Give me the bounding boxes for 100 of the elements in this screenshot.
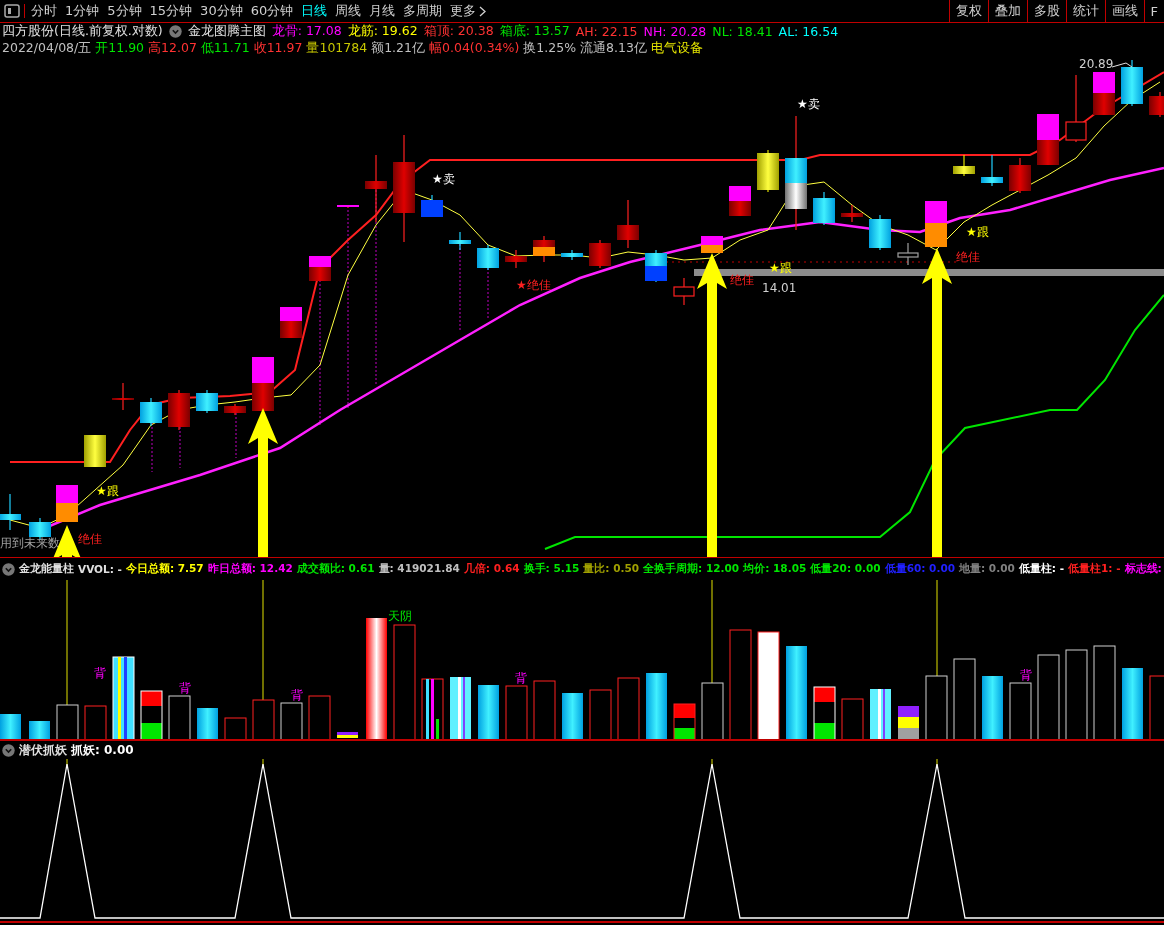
volume-bar bbox=[1149, 675, 1164, 740]
chart-label: 绝佳 bbox=[78, 531, 102, 546]
volume-bar bbox=[280, 702, 303, 740]
quote-date: 2022/04/08/五 bbox=[2, 40, 92, 57]
indicator-value: 标志线: bbox=[1124, 562, 1162, 576]
toolbar-button[interactable]: F bbox=[1143, 0, 1164, 22]
volume-bar bbox=[533, 680, 556, 740]
volume-bar bbox=[56, 704, 79, 740]
period-tab[interactable]: 周线 bbox=[331, 0, 366, 22]
guide-line bbox=[235, 412, 237, 459]
volume-bar bbox=[562, 693, 583, 740]
period-tab[interactable]: 日线 bbox=[297, 0, 332, 22]
volume-bar bbox=[617, 677, 640, 740]
indicator-value: 箱底: 13.57 bbox=[499, 23, 570, 40]
volume-bar bbox=[308, 695, 331, 740]
dropdown-icon[interactable] bbox=[168, 25, 182, 38]
candlestick bbox=[449, 231, 471, 251]
volume-bar bbox=[1009, 682, 1032, 740]
indicator-value: 低量柱: - bbox=[1018, 562, 1064, 576]
indicator-value: NH: 20.28 bbox=[643, 24, 707, 39]
period-tab[interactable]: 分时 bbox=[27, 0, 61, 22]
period-tab[interactable]: 月线 bbox=[365, 0, 400, 22]
candlestick bbox=[1037, 113, 1059, 166]
indicator-value: 低量60: 0.00 bbox=[884, 562, 955, 576]
indicator-value: 龙筋: 19.62 bbox=[347, 23, 418, 40]
volume-bar bbox=[646, 673, 667, 740]
candlestick bbox=[0, 493, 21, 531]
candlestick bbox=[224, 403, 246, 416]
chart-label: 背 bbox=[291, 687, 303, 702]
candlestick bbox=[645, 249, 667, 283]
toolbar-button[interactable]: 画线 bbox=[1104, 0, 1144, 22]
candlestick bbox=[953, 154, 975, 177]
indicator-value: NL: 18.41 bbox=[712, 24, 773, 39]
quote-value: 流通8.13亿 bbox=[580, 40, 647, 57]
period-tab[interactable]: 60分钟 bbox=[246, 0, 298, 22]
indicator-value: 几倍: 0.64 bbox=[463, 562, 520, 576]
indicator-value: 低量柱1: - bbox=[1068, 562, 1121, 576]
toolbar-button[interactable]: 复权 bbox=[948, 0, 988, 22]
indicator-value: 抓妖: 0.00 bbox=[71, 741, 134, 759]
indicator-name: 金龙图腾主图 bbox=[187, 23, 266, 40]
period-tab[interactable]: 多周期 bbox=[399, 0, 447, 22]
candlestick bbox=[56, 484, 78, 523]
candlestick bbox=[1065, 74, 1087, 143]
quote-value: 电气设备 bbox=[650, 40, 703, 57]
period-tab[interactable]: 30分钟 bbox=[196, 0, 247, 22]
chart-label: 20.89 bbox=[1079, 57, 1114, 71]
stock-title: 四方股份(日线.前复权.对数) bbox=[2, 23, 163, 40]
volume-bar bbox=[701, 682, 724, 740]
indicator-value: AH: 22.15 bbox=[575, 24, 638, 39]
panel-toggle-icon[interactable] bbox=[4, 4, 25, 18]
indicator-value: 昨日总额: 12.42 bbox=[207, 562, 293, 576]
candlestick bbox=[701, 235, 723, 254]
quote-value: 量101784 bbox=[306, 40, 368, 57]
candlestick bbox=[981, 154, 1003, 187]
candlestick bbox=[589, 239, 611, 269]
candlestick bbox=[1149, 91, 1164, 118]
period-tab[interactable]: 15分钟 bbox=[145, 0, 197, 22]
volume-bar bbox=[450, 677, 471, 740]
dropdown-icon[interactable] bbox=[2, 743, 15, 757]
volume-bar bbox=[337, 732, 358, 738]
guide-line bbox=[179, 426, 181, 469]
indicator-value: 地量: 0.00 bbox=[959, 562, 1015, 576]
quote-value: 低11.71 bbox=[200, 40, 250, 57]
candlestick bbox=[84, 434, 106, 468]
more-button[interactable]: 更多 bbox=[446, 0, 491, 22]
toolbar-button[interactable]: 统计 bbox=[1065, 0, 1105, 22]
volume-bar bbox=[841, 698, 864, 740]
candlestick bbox=[841, 204, 863, 223]
indicator-name: 潜伏抓妖 bbox=[19, 741, 67, 759]
period-tab[interactable]: 1分钟 bbox=[61, 0, 104, 22]
chart-label: ★绝佳 bbox=[516, 277, 551, 292]
indicator-value: 箱顶: 20.38 bbox=[423, 23, 494, 40]
period-tab[interactable]: 5分钟 bbox=[103, 0, 146, 22]
candlestick bbox=[757, 149, 779, 193]
dropdown-icon[interactable] bbox=[2, 562, 15, 576]
candlestick bbox=[477, 244, 499, 271]
chart-label: 14.01 bbox=[762, 280, 797, 295]
chevron-icon bbox=[479, 5, 487, 17]
indicator-name: 金龙能量柱 bbox=[19, 562, 74, 576]
volume-bar bbox=[252, 699, 275, 740]
candlestick bbox=[729, 185, 751, 217]
chart-label: 天阴 bbox=[388, 608, 412, 623]
candlestick bbox=[813, 191, 835, 226]
volume-bar bbox=[0, 714, 21, 740]
candlestick bbox=[505, 249, 527, 269]
volume-bar bbox=[478, 685, 499, 740]
toolbar-button[interactable]: 多股 bbox=[1026, 0, 1066, 22]
quote-value: 额1.21亿 bbox=[371, 40, 425, 57]
candlestick bbox=[533, 235, 555, 263]
candlestick bbox=[365, 154, 387, 223]
candlestick bbox=[897, 242, 919, 266]
candlestick bbox=[869, 214, 891, 251]
toolbar-button[interactable]: 叠加 bbox=[987, 0, 1027, 22]
chart-label: ★卖 bbox=[432, 171, 455, 186]
indicator-value: 今日总额: 7.57 bbox=[125, 562, 204, 576]
candlestick bbox=[1093, 71, 1115, 116]
volume-bar bbox=[1122, 668, 1143, 740]
indicator-value: VVOL: - bbox=[78, 563, 122, 575]
volume-bar bbox=[168, 695, 191, 740]
volume-bar bbox=[197, 708, 218, 740]
